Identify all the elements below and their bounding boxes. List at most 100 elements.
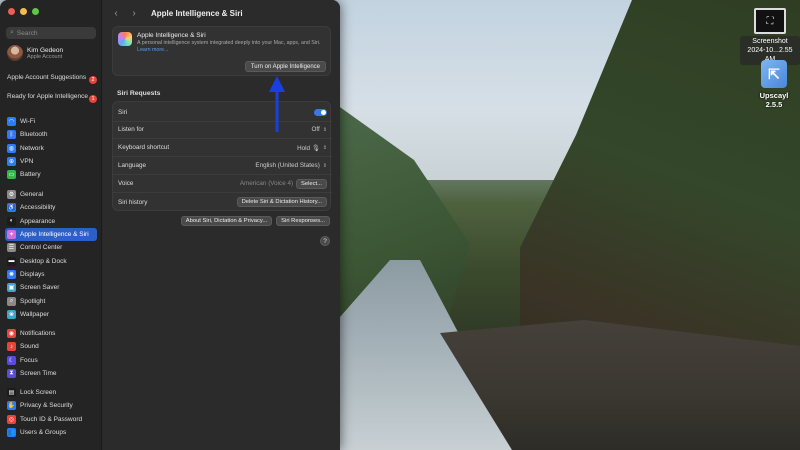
turn-on-apple-intelligence-button[interactable]: Turn on Apple Intelligence bbox=[244, 61, 326, 72]
desktop-dock-icon: ▬ bbox=[7, 256, 16, 266]
sidebar-item-sound[interactable]: ♪ Sound bbox=[5, 340, 97, 353]
desktop-upscayl-app[interactable]: ⇱ Upscayl 2.5.5 bbox=[748, 60, 800, 110]
notification-badge: 1 bbox=[89, 95, 97, 103]
upscayl-app-icon: ⇱ bbox=[761, 60, 787, 88]
notice-label: Apple Account Suggestions bbox=[7, 74, 87, 81]
sidebar-item-notifications[interactable]: ◉ Notifications bbox=[5, 327, 97, 340]
row-label: Language bbox=[118, 162, 147, 169]
sidebar-item-network[interactable]: ◍ Network bbox=[5, 142, 97, 155]
touch-id-icon: ◎ bbox=[7, 414, 16, 424]
help-button[interactable]: ? bbox=[320, 236, 330, 246]
sidebar-item-label: Appearance bbox=[20, 217, 56, 225]
notification-badge: 2 bbox=[89, 76, 97, 84]
footer-buttons: About Siri, Dictation & Privacy... Siri … bbox=[180, 216, 330, 226]
sidebar-item-screen-time[interactable]: ⧗ Screen Time bbox=[5, 367, 97, 380]
apple-intelligence-icon bbox=[118, 32, 132, 46]
zoom-window-button[interactable] bbox=[32, 8, 39, 15]
sidebar-item-apple-intelligence-siri[interactable]: ✦ Apple Intelligence & Siri bbox=[5, 227, 97, 242]
sidebar-item-displays[interactable]: ✺ Displays bbox=[5, 268, 97, 281]
listen-for-popup[interactable]: Off ⇕ bbox=[312, 126, 328, 133]
listen-for-value: Off bbox=[311, 126, 320, 133]
notifications-icon: ◉ bbox=[7, 329, 16, 339]
sidebar-item-focus[interactable]: ☾ Focus bbox=[5, 354, 97, 367]
sidebar-item-label: Wi-Fi bbox=[20, 118, 36, 126]
sidebar-item-label: VPN bbox=[20, 158, 34, 166]
notice-label: Ready for Apple Intelligence bbox=[7, 93, 88, 100]
sidebar-item-privacy-security[interactable]: ✋ Privacy & Security bbox=[5, 399, 97, 412]
sidebar-item-appearance[interactable]: ◐ Appearance bbox=[5, 215, 97, 228]
language-value: English (United States) bbox=[255, 162, 320, 169]
sidebar-item-label: Users & Groups bbox=[20, 429, 67, 437]
sidebar-item-label: Desktop & Dock bbox=[20, 257, 67, 265]
row-label: Siri history bbox=[118, 198, 148, 206]
page-title: Apple Intelligence & Siri bbox=[151, 8, 243, 18]
keyboard-shortcut-popup[interactable]: Hold 🎙 ⇕ bbox=[297, 144, 327, 152]
sidebar-item-bluetooth[interactable]: ᛒ Bluetooth bbox=[5, 128, 97, 141]
language-popup[interactable]: English (United States) ⇕ bbox=[255, 162, 327, 169]
siri-toggle[interactable] bbox=[314, 109, 327, 116]
siri-row: Siri bbox=[113, 104, 332, 122]
notice-apple-account-suggestions[interactable]: Apple Account Suggestions 2 bbox=[7, 74, 97, 84]
privacy-icon: ✋ bbox=[7, 401, 16, 411]
sidebar-item-label: Accessibility bbox=[20, 204, 56, 212]
window-controls bbox=[8, 8, 39, 15]
learn-more-link[interactable]: Learn more... bbox=[137, 47, 169, 53]
sidebar-item-wallpaper[interactable]: ❀ Wallpaper bbox=[5, 308, 97, 321]
sidebar-item-label: Touch ID & Password bbox=[20, 415, 83, 423]
avatar bbox=[7, 45, 23, 61]
users-icon: 👥 bbox=[7, 428, 16, 438]
row-label: Siri bbox=[118, 109, 128, 116]
siri-responses-button[interactable]: Siri Responses... bbox=[276, 216, 330, 226]
focus-icon: ☾ bbox=[7, 355, 16, 365]
control-center-icon: ☰ bbox=[7, 243, 16, 253]
screenshot-thumbnail-icon: ⛶ bbox=[754, 8, 786, 34]
apple-intelligence-card: Apple Intelligence & Siri A personal int… bbox=[112, 26, 331, 76]
close-window-button[interactable] bbox=[8, 8, 15, 15]
sidebar-group-system: ⚙ General ♿ Accessibility ◐ Appearance ✦ Apple … bbox=[5, 188, 97, 321]
spotlight-icon: ⌕ bbox=[7, 296, 16, 306]
sidebar-item-accessibility[interactable]: ♿ Accessibility bbox=[5, 201, 97, 214]
sidebar-item-wi-fi[interactable]: ◠ Wi-Fi bbox=[5, 115, 97, 128]
wallpaper-icon: ❀ bbox=[7, 309, 16, 319]
accessibility-icon: ♿ bbox=[7, 203, 16, 213]
sidebar-item-label: Privacy & Security bbox=[20, 402, 73, 410]
sidebar-item-desktop-dock[interactable]: ▬ Desktop & Dock bbox=[5, 254, 97, 267]
delete-siri-history-button[interactable]: Delete Siri & Dictation History... bbox=[236, 197, 327, 207]
about-siri-privacy-button[interactable]: About Siri, Dictation & Privacy... bbox=[180, 216, 273, 226]
sidebar-item-battery[interactable]: ▭ Battery bbox=[5, 168, 97, 181]
sidebar-group-security: ▤ Lock Screen ✋ Privacy & Security ◎ Touch ID… bbox=[5, 386, 97, 439]
notice-ready-for-apple-intelligence[interactable]: Ready for Apple Intelligence 1 bbox=[7, 93, 97, 103]
row-label: Voice bbox=[118, 180, 134, 187]
annotation-arrow-icon bbox=[269, 76, 285, 132]
search-field[interactable]: ⌕ bbox=[6, 27, 96, 39]
select-voice-button[interactable]: Select... bbox=[296, 178, 327, 189]
sidebar-item-users-groups[interactable]: 👥 Users & Groups bbox=[5, 426, 97, 439]
back-icon[interactable]: ‹ bbox=[111, 8, 121, 19]
sidebar-item-label: Displays bbox=[20, 270, 45, 278]
sidebar-group-notifications: ◉ Notifications ♪ Sound ☾ Focus ⧗ Screen Time bbox=[5, 327, 97, 380]
search-icon: ⌕ bbox=[10, 29, 14, 36]
sidebar-item-general[interactable]: ⚙ General bbox=[5, 188, 97, 201]
chevron-updown-icon: ⇕ bbox=[322, 126, 327, 133]
sidebar-item-control-center[interactable]: ☰ Control Center bbox=[5, 241, 97, 254]
minimize-window-button[interactable] bbox=[20, 8, 27, 15]
sidebar-item-label: Control Center bbox=[20, 244, 63, 252]
sidebar-item-vpn[interactable]: ⊕ VPN bbox=[5, 155, 97, 168]
sidebar-item-touch-id-password[interactable]: ◎ Touch ID & Password bbox=[5, 413, 97, 426]
sidebar-item-spotlight[interactable]: ⌕ Spotlight bbox=[5, 294, 97, 307]
sidebar-item-screen-saver[interactable]: ▣ Screen Saver bbox=[5, 281, 97, 294]
voice-value-group: American (Voice 4) Select... bbox=[240, 178, 327, 189]
toolbar: ‹ › Apple Intelligence & Siri bbox=[103, 0, 340, 26]
ai-card-description: A personal intelligence system integrate… bbox=[137, 40, 327, 54]
forward-icon[interactable]: › bbox=[129, 8, 139, 19]
apple-account-profile[interactable]: Kim Gedeon Apple Account bbox=[7, 45, 63, 61]
search-input[interactable] bbox=[16, 29, 87, 37]
sidebar-item-lock-screen[interactable]: ▤ Lock Screen bbox=[5, 386, 97, 399]
sidebar-item-label: Apple Intelligence & Siri bbox=[20, 231, 89, 239]
sidebar-item-label: Battery bbox=[20, 171, 41, 179]
row-label: Listen for bbox=[118, 126, 144, 133]
chevron-updown-icon: ⇕ bbox=[322, 144, 327, 151]
desktop-screenshot-file[interactable]: ⛶ Screenshot 2024-10...2.55 AM bbox=[740, 8, 800, 65]
main-pane: ‹ › Apple Intelligence & Siri Apple Inte… bbox=[103, 0, 340, 450]
network-icon: ◍ bbox=[7, 143, 16, 153]
